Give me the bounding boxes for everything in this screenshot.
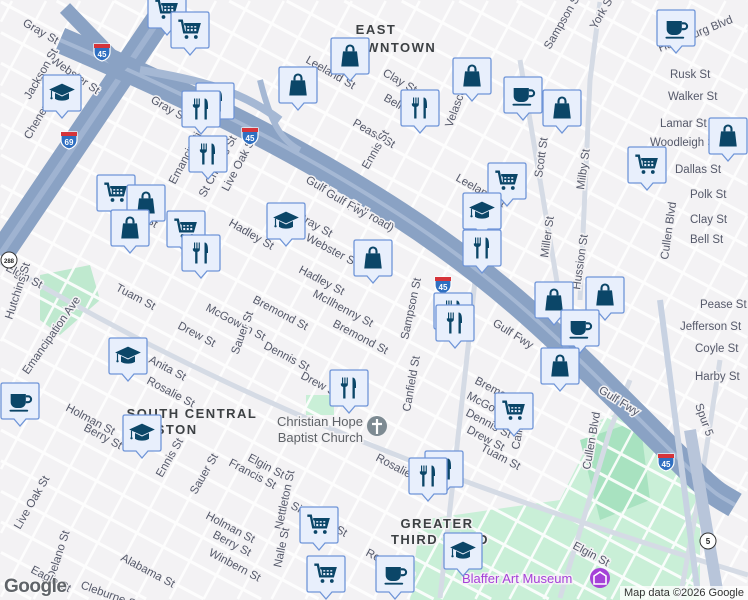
marker-bag[interactable]	[542, 89, 582, 134]
street-label: Harby St	[695, 371, 741, 383]
svg-text:45: 45	[662, 460, 671, 469]
marker-food[interactable]	[181, 90, 221, 135]
church-poi[interactable]: Christian Hope Baptist Church	[276, 413, 387, 447]
highway-shield-5: 5	[699, 532, 717, 550]
marker-cart[interactable]	[299, 506, 339, 551]
svg-text:45: 45	[98, 50, 107, 59]
highway-shield-69: 69	[60, 131, 78, 150]
marker-bag[interactable]	[110, 209, 150, 254]
marker-bag[interactable]	[708, 117, 748, 162]
map-attribution[interactable]: Map data ©2026 Google	[619, 586, 748, 600]
marker-cart[interactable]	[494, 392, 534, 437]
svg-text:45: 45	[246, 134, 255, 143]
marker-bag[interactable]	[452, 57, 492, 102]
street-label: Milby St	[575, 147, 593, 190]
museum-icon	[590, 568, 610, 588]
marker-cup[interactable]	[656, 9, 696, 54]
marker-graduation-cap[interactable]	[108, 337, 148, 382]
street-label: Lamar St	[660, 118, 707, 130]
marker-graduation-cap[interactable]	[122, 414, 162, 459]
marker-food[interactable]	[329, 369, 369, 414]
marker-food[interactable]	[400, 89, 440, 134]
street-label: Polk St	[690, 189, 727, 201]
street-label: Cullen Blvd	[659, 201, 679, 260]
street-label: Sauer St	[188, 451, 221, 496]
street-label: Dallas St	[675, 164, 722, 176]
highway-shield-45: 45	[434, 276, 452, 295]
street-label: Jefferson St	[680, 321, 742, 333]
svg-text:288: 288	[4, 259, 15, 265]
marker-food[interactable]	[188, 135, 228, 180]
marker-cup[interactable]	[503, 76, 543, 121]
marker-food[interactable]	[408, 457, 448, 502]
marker-graduation-cap[interactable]	[266, 202, 306, 247]
marker-food[interactable]	[181, 234, 221, 279]
highway-shield-45: 45	[241, 127, 259, 146]
marker-bag[interactable]	[540, 347, 580, 392]
church-name-2: Baptist Church	[278, 430, 363, 445]
svg-text:69: 69	[65, 138, 74, 147]
marker-bag[interactable]	[330, 37, 370, 82]
highway-shield-45: 45	[93, 43, 111, 62]
marker-bag[interactable]	[278, 66, 318, 111]
svg-text:5: 5	[706, 537, 711, 546]
street-label: Clay St	[690, 214, 728, 226]
district-east-downtown-1: EAST	[356, 22, 397, 37]
svg-text:45: 45	[439, 283, 448, 292]
museum-name: Blaffer Art Museum	[462, 571, 572, 586]
marker-graduation-cap[interactable]	[443, 532, 483, 577]
highway-shield-45: 45	[657, 453, 675, 472]
marker-cup[interactable]	[560, 309, 600, 354]
marker-cup[interactable]	[375, 555, 415, 600]
street-label: Bell St	[690, 234, 724, 246]
street-label: Rusk St	[670, 69, 711, 81]
street-label: Pease St	[700, 299, 747, 311]
marker-food[interactable]	[462, 229, 502, 274]
google-logo: Google	[4, 576, 67, 597]
street-label: Walker St	[668, 91, 718, 103]
street-label: Coyle St	[695, 343, 739, 355]
marker-graduation-cap[interactable]	[42, 74, 82, 119]
cross-icon	[367, 416, 387, 436]
street-label: Sampson St	[542, 0, 584, 52]
marker-bag[interactable]	[353, 239, 393, 284]
highway-shield-288: 288	[0, 251, 18, 269]
map-canvas[interactable]: Gray StWebster StGray StJackson StChenev…	[0, 0, 748, 600]
street-label: Drew St	[176, 320, 218, 350]
street-label: Alabama St	[119, 552, 178, 591]
marker-food[interactable]	[435, 304, 475, 349]
marker-cart[interactable]	[170, 11, 210, 56]
district-third-ward-1: GREATER	[400, 516, 473, 531]
church-name-1: Christian Hope	[277, 414, 363, 429]
marker-cart[interactable]	[306, 555, 346, 600]
street-label: York St	[588, 0, 617, 32]
marker-cart[interactable]	[627, 146, 667, 191]
street-label: Nalle St	[272, 526, 292, 569]
marker-cup[interactable]	[0, 382, 40, 427]
